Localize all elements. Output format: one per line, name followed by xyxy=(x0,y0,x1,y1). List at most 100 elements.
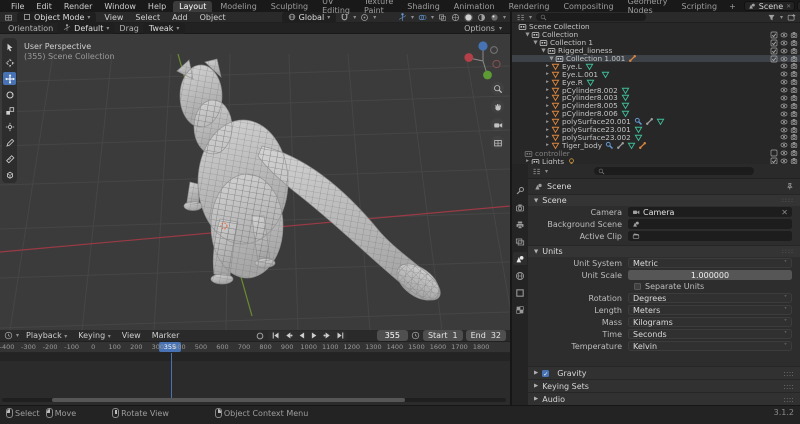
render-camera-icon[interactable] xyxy=(790,55,798,63)
render-camera-icon[interactable] xyxy=(790,102,798,110)
render-camera-icon[interactable] xyxy=(790,62,798,70)
render-camera-icon[interactable] xyxy=(790,86,798,94)
add-workspace-button[interactable]: + xyxy=(725,2,740,11)
menu-marker[interactable]: Marker xyxy=(148,331,184,340)
use-preview-range-icon[interactable] xyxy=(411,331,420,340)
tool-add-cube[interactable] xyxy=(3,168,16,181)
workspace-tab-compositing[interactable]: Compositing xyxy=(557,1,619,12)
hide-eye-icon[interactable] xyxy=(780,149,788,157)
camera-view-icon[interactable] xyxy=(491,118,504,131)
render-camera-icon[interactable] xyxy=(790,149,798,157)
menu-window[interactable]: Window xyxy=(99,2,141,11)
new-collection-icon[interactable] xyxy=(787,13,796,22)
shading-rendered-icon[interactable] xyxy=(490,13,499,22)
tool-measure[interactable] xyxy=(3,152,16,165)
workspace-tab-rendering[interactable]: Rendering xyxy=(503,1,556,12)
unit-system-dropdown[interactable]: Metric˅ xyxy=(628,258,792,268)
clear-camera-icon[interactable]: ✕ xyxy=(781,208,788,217)
keying-sets-panel-header[interactable]: ▶Keying Sets:::: xyxy=(528,379,800,392)
expand-arrow[interactable]: ▼ xyxy=(540,48,547,54)
tool-annotate[interactable] xyxy=(3,136,16,149)
auto-keying-record-icon[interactable] xyxy=(255,331,265,341)
gizmo-z-axis[interactable] xyxy=(478,41,487,50)
show-gizmo-icon[interactable] xyxy=(398,13,407,22)
rotation-dropdown[interactable]: Degrees˅ xyxy=(628,293,792,303)
tab-texture[interactable] xyxy=(513,303,527,316)
tab-world[interactable] xyxy=(513,269,527,282)
shading-material-icon[interactable] xyxy=(477,13,486,22)
workspace-tab-animation[interactable]: Animation xyxy=(448,1,501,12)
workspace-tab-layout[interactable]: Layout xyxy=(173,1,212,12)
3d-viewport[interactable]: User Perspective (355) Scene Collection xyxy=(0,34,510,330)
editor-type-icon[interactable] xyxy=(4,13,13,22)
units-panel-header[interactable]: ▼Units:::: xyxy=(528,245,800,257)
render-camera-icon[interactable] xyxy=(790,39,798,47)
tab-render[interactable] xyxy=(513,201,527,214)
zoom-icon[interactable] xyxy=(491,82,504,95)
mass-dropdown[interactable]: Kilograms˅ xyxy=(628,317,792,327)
next-keyframe-button[interactable] xyxy=(321,331,333,341)
tab-scene[interactable] xyxy=(513,252,527,265)
xray-toggle-icon[interactable] xyxy=(438,13,447,22)
filter-funnel-icon[interactable] xyxy=(767,13,776,22)
menu-keying[interactable]: Keying ▾ xyxy=(74,331,114,340)
menu-view[interactable]: View xyxy=(100,13,127,22)
gizmo-x-neg[interactable] xyxy=(493,60,500,67)
hide-eye-icon[interactable] xyxy=(780,31,788,39)
hide-eye-icon[interactable] xyxy=(780,70,788,78)
gizmo-dropdown[interactable]: ▾ xyxy=(411,14,414,21)
workspace-tab-shading[interactable]: Shading xyxy=(401,1,446,12)
timeline-editor-dropdown[interactable]: ▾ xyxy=(16,332,19,339)
render-camera-icon[interactable] xyxy=(790,94,798,102)
hide-eye-icon[interactable] xyxy=(780,62,788,70)
workspace-tab-texture-paint[interactable]: Texture Paint xyxy=(358,0,399,16)
expand-arrow[interactable]: ▼ xyxy=(532,40,539,46)
frame-start-field[interactable]: Start1 xyxy=(423,330,463,341)
menu-render[interactable]: Render xyxy=(59,2,97,11)
render-camera-icon[interactable] xyxy=(790,118,798,126)
hide-eye-icon[interactable] xyxy=(780,86,788,94)
render-camera-icon[interactable] xyxy=(790,141,798,149)
hide-eye-icon[interactable] xyxy=(780,133,788,141)
hide-eye-icon[interactable] xyxy=(780,94,788,102)
render-camera-icon[interactable] xyxy=(790,70,798,78)
temperature-dropdown[interactable]: Kelvin˅ xyxy=(628,341,792,351)
exclude-checkbox-icon[interactable] xyxy=(770,47,778,55)
hide-eye-icon[interactable] xyxy=(780,47,788,55)
navigation-gizmo[interactable] xyxy=(464,38,502,80)
display-mode-dropdown[interactable]: ▾ xyxy=(529,14,532,21)
menu-object[interactable]: Object xyxy=(196,13,230,22)
workspace-tab-scripting[interactable]: Scripting xyxy=(675,1,723,12)
render-camera-icon[interactable] xyxy=(790,31,798,39)
workspace-tab-geometry-nodes[interactable]: Geometry Nodes xyxy=(622,0,674,16)
scene-panel-header[interactable]: ▼Scene:::: xyxy=(528,194,800,206)
exclude-checkbox-icon[interactable] xyxy=(770,31,778,39)
menu-help[interactable]: Help xyxy=(143,2,171,11)
current-frame-field[interactable]: 355 xyxy=(377,330,408,341)
hide-eye-icon[interactable] xyxy=(780,141,788,149)
scene-selector[interactable]: Scene ✕ xyxy=(744,1,795,11)
camera-field[interactable]: Camera ✕ xyxy=(628,207,792,217)
timeline-scrollbar[interactable] xyxy=(2,398,506,402)
properties-editor-icon[interactable] xyxy=(532,167,541,176)
expand-arrow[interactable]: ▼ xyxy=(548,56,555,62)
separate-units-checkbox[interactable] xyxy=(634,283,641,290)
unit-scale-slider[interactable]: 1.000000 xyxy=(628,270,792,280)
perspective-toggle-icon[interactable] xyxy=(491,136,504,149)
exclude-checkbox-icon[interactable] xyxy=(770,55,778,63)
menu-select[interactable]: Select xyxy=(131,13,164,22)
prev-keyframe-button[interactable] xyxy=(282,331,294,341)
orientation-preset-dropdown[interactable]: Default ▾ xyxy=(57,23,115,34)
tab-tool[interactable] xyxy=(513,184,527,197)
hide-eye-icon[interactable] xyxy=(780,78,788,86)
shading-wireframe-icon[interactable] xyxy=(451,13,460,22)
play-button[interactable] xyxy=(308,331,320,341)
hide-eye-icon[interactable] xyxy=(780,126,788,134)
hide-eye-icon[interactable] xyxy=(780,110,788,118)
render-camera-icon[interactable] xyxy=(790,110,798,118)
workspace-tab-sculpting[interactable]: Sculpting xyxy=(265,1,314,12)
background-scene-field[interactable] xyxy=(628,219,792,229)
exclude-checkbox-empty-icon[interactable] xyxy=(770,149,778,157)
timeline-ruler[interactable]: 355 -400-300-200-10001002003004005006007… xyxy=(0,342,510,353)
play-reverse-button[interactable] xyxy=(295,331,307,341)
